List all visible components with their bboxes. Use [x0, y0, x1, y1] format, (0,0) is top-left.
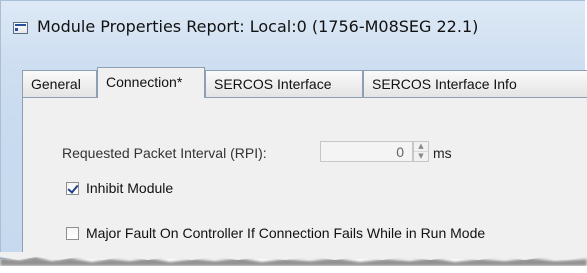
module-window-icon	[13, 22, 28, 34]
torn-edge	[0, 252, 587, 273]
tab-general[interactable]: General	[22, 70, 97, 97]
rpi-label: Requested Packet Interval (RPI):	[62, 145, 267, 161]
rpi-spinner[interactable]: ▲ ▼	[413, 141, 429, 162]
rpi-value: 0	[396, 144, 404, 160]
tab-sercos-interface-info[interactable]: SERCOS Interface Info	[363, 70, 587, 97]
spin-up-arrow-icon[interactable]: ▲	[414, 142, 428, 152]
window-title: Module Properties Report: Local:0 (1756-…	[37, 17, 479, 36]
inhibit-module-row[interactable]: Inhibit Module	[66, 180, 173, 196]
inhibit-module-label: Inhibit Module	[86, 180, 174, 196]
spin-down-arrow-icon[interactable]: ▼	[414, 152, 428, 161]
major-fault-row[interactable]: Major Fault On Controller If Connection …	[66, 225, 485, 241]
rpi-input[interactable]: 0	[320, 141, 413, 162]
inhibit-module-checkbox[interactable]	[66, 181, 79, 195]
major-fault-label: Major Fault On Controller If Connection …	[86, 225, 486, 241]
tab-connection[interactable]: Connection*	[97, 67, 205, 98]
tab-strip: General Connection* SERCOS Interface SER…	[22, 67, 587, 98]
rpi-unit: ms	[433, 145, 452, 161]
major-fault-checkbox[interactable]	[66, 226, 79, 240]
tab-sercos-interface[interactable]: SERCOS Interface	[205, 70, 363, 97]
